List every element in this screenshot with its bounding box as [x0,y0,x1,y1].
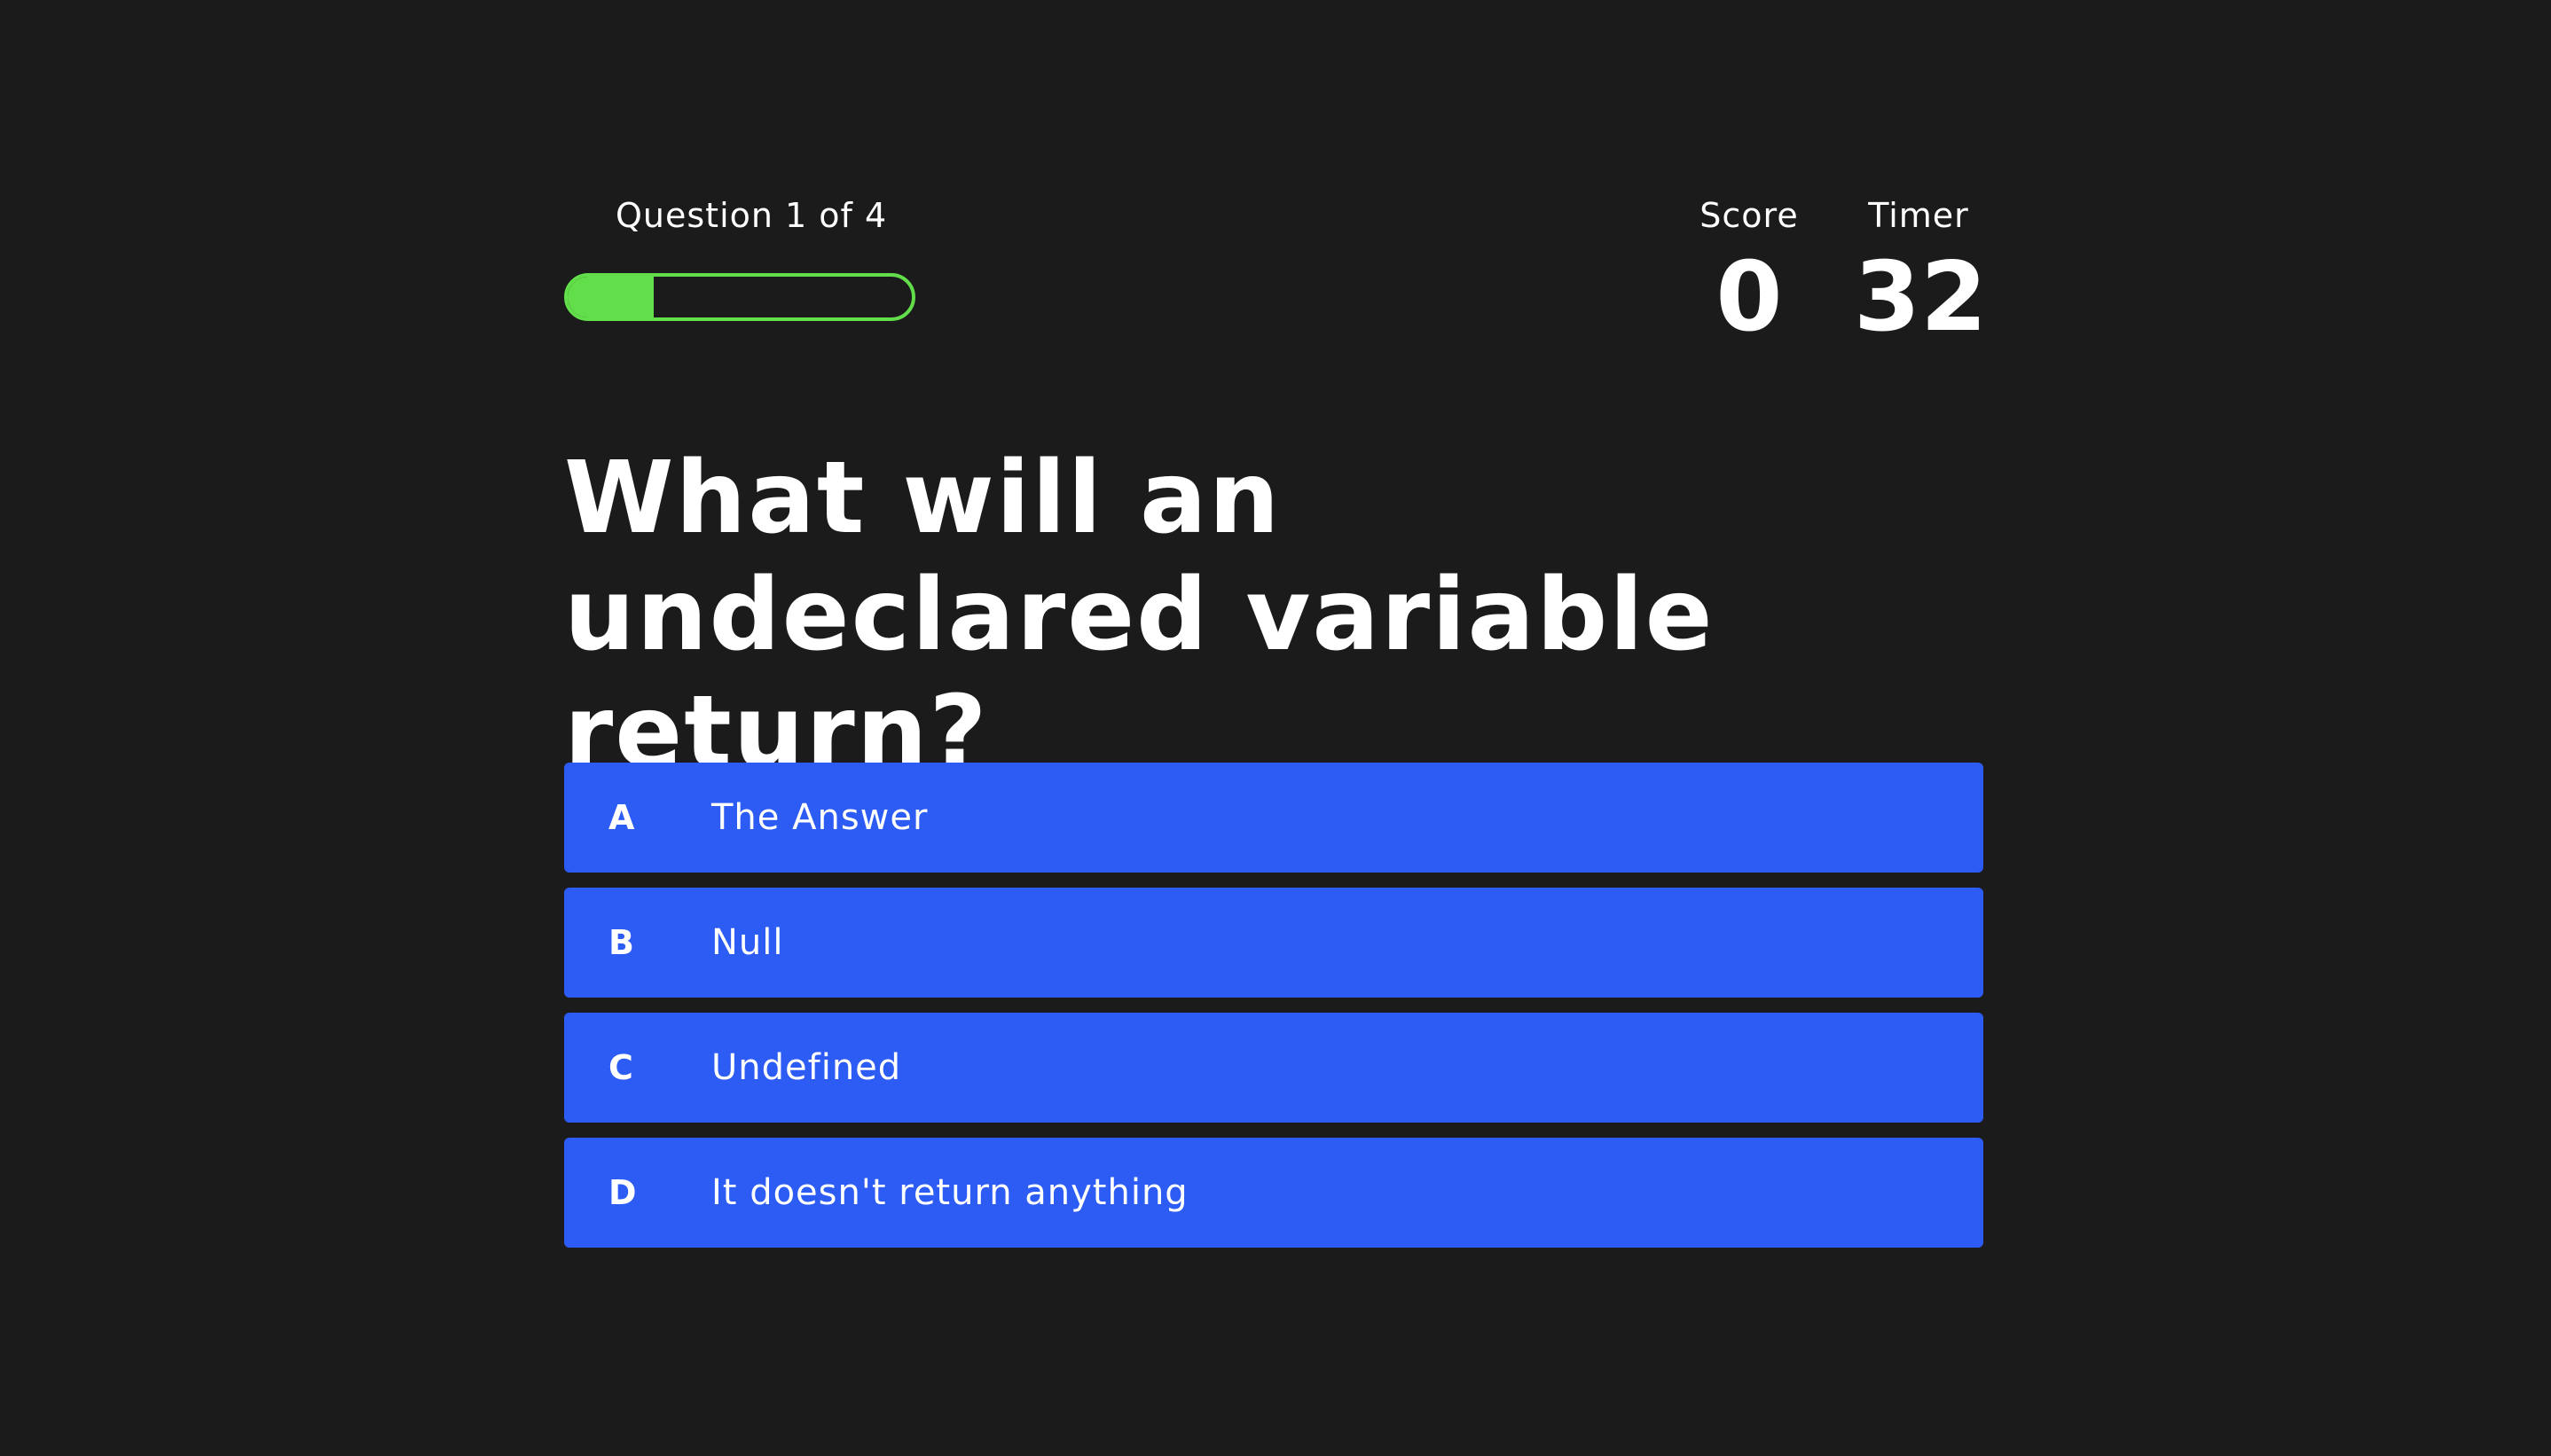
answer-option-c[interactable]: C Undefined [564,1013,1983,1123]
answer-option-a[interactable]: A The Answer [564,763,1983,873]
question-text: What will an undeclared variable return? [564,441,1715,790]
answer-letter: A [608,798,635,837]
progress-bar-fill [568,277,654,317]
answer-letter: C [608,1048,633,1087]
timer-value: 32 [1854,242,1988,353]
score-value: 0 [1715,242,1783,353]
answer-option-d[interactable]: D It doesn't return anything [564,1138,1983,1248]
progress-bar [564,273,915,321]
quiz-container: Question 1 of 4 Score 0 Timer 32 What wi… [564,0,1988,1456]
score-display: Score 0 [1689,190,1809,351]
timer-label: Timer [1868,196,1969,235]
answer-text: It doesn't return anything [711,1172,1189,1213]
answer-text: Null [711,922,784,963]
timer-display: Timer 32 [1854,190,1988,353]
answer-letter: D [608,1173,637,1212]
answer-list: A The Answer B Null C Undefined D It doe… [564,763,1983,1263]
question-counter: Question 1 of 4 [616,196,888,235]
answer-text: The Answer [711,797,929,838]
answer-letter: B [608,923,634,962]
answer-option-b[interactable]: B Null [564,888,1983,998]
score-label: Score [1699,196,1799,235]
answer-text: Undefined [711,1047,902,1088]
